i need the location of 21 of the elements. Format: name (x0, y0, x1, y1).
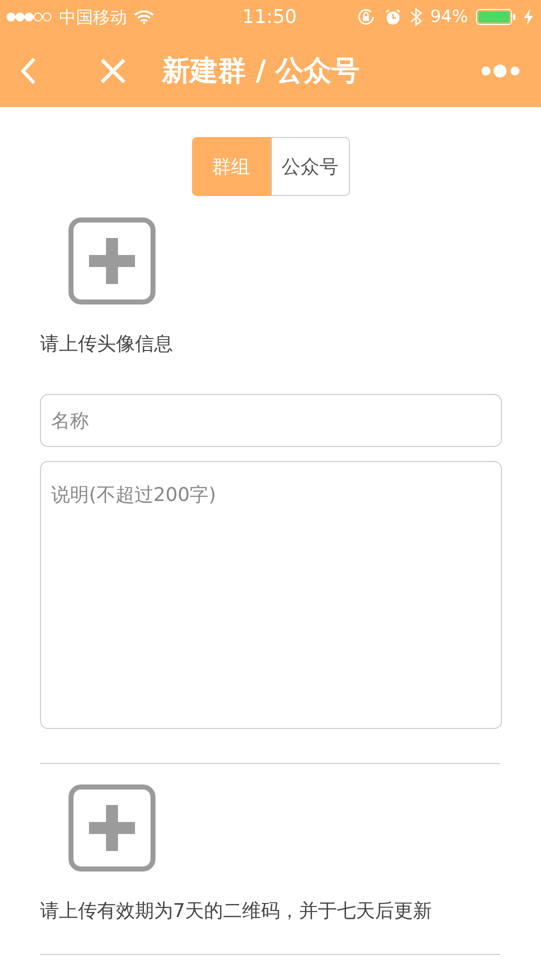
battery-icon (476, 9, 516, 25)
description-field[interactable]: 说明(不超过200字) (40, 461, 502, 729)
rotation-lock-icon (356, 7, 376, 27)
back-icon[interactable] (20, 56, 36, 84)
clock-time: 11:50 (242, 6, 297, 28)
tab[interactable]: 公众号 (270, 137, 350, 196)
wifi-icon (134, 10, 154, 24)
charging-icon (524, 9, 533, 25)
battery-percent: 94% (430, 7, 468, 27)
bluetooth-icon (410, 7, 422, 27)
add-image-icon[interactable] (68, 217, 156, 305)
name-field[interactable]: 名称 (40, 394, 502, 447)
upload-caption: 请上传有效期为7天的二维码，并于七天后更新 (40, 899, 432, 924)
add-image-icon[interactable] (68, 784, 156, 872)
more-icon[interactable] (481, 64, 521, 78)
upload-caption: 请上传头像信息 (40, 332, 173, 357)
signal-icon (6, 11, 52, 23)
close-icon[interactable] (100, 58, 126, 84)
alarm-icon (384, 8, 402, 26)
carrier-name: 中国移动 (59, 6, 127, 28)
page-title: 新建群 / 公众号 (162, 52, 361, 88)
